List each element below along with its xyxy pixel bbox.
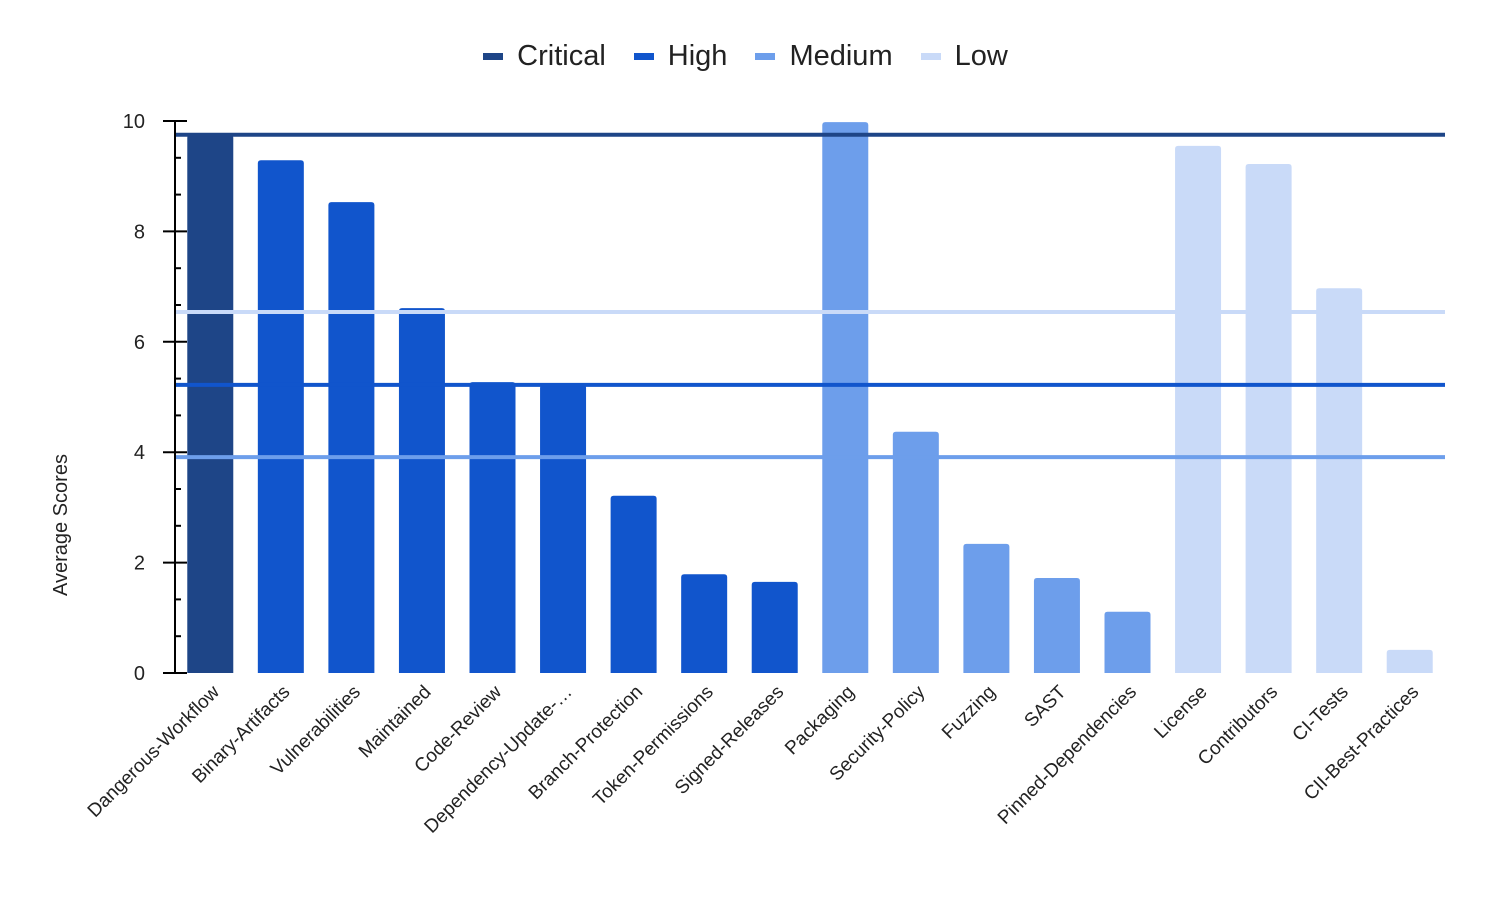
x-tick-label: CI-Tests bbox=[1289, 682, 1353, 746]
bar-dependency-update[interactable] bbox=[540, 384, 587, 673]
bar-ci-tests[interactable] bbox=[1316, 288, 1363, 673]
bar-branch-protection[interactable] bbox=[610, 495, 657, 673]
bar-dangerous-workflow[interactable] bbox=[187, 134, 234, 674]
bar-code-review[interactable] bbox=[469, 382, 516, 673]
y-tick-label: 8 bbox=[134, 221, 145, 243]
y-axis: 0 2 4 6 8 10 bbox=[123, 111, 187, 685]
y-axis-title: Average Scores bbox=[50, 454, 72, 596]
bar-cii-best-practices[interactable] bbox=[1386, 649, 1433, 673]
y-tick-label: 10 bbox=[123, 111, 145, 133]
x-tick-label: Dangerous-Workflow bbox=[84, 681, 224, 821]
bar-token-permissions[interactable] bbox=[681, 574, 728, 673]
y-tick-label: 6 bbox=[134, 332, 145, 354]
x-tick-label: Pinned-Dependencies bbox=[994, 682, 1141, 829]
bars-group bbox=[187, 122, 1433, 674]
bar-signed-releases[interactable] bbox=[751, 581, 798, 673]
x-axis-labels: Dangerous-WorkflowBinary-ArtifactsVulner… bbox=[84, 681, 1423, 837]
bar-binary-artifacts[interactable] bbox=[257, 160, 304, 673]
x-tick-label: Fuzzing bbox=[938, 682, 1000, 744]
x-tick-label: SAST bbox=[1021, 681, 1071, 731]
bar-vulnerabilities[interactable] bbox=[328, 202, 375, 674]
y-tick-label: 2 bbox=[134, 553, 145, 575]
x-tick-label: License bbox=[1150, 682, 1211, 743]
bar-license[interactable] bbox=[1175, 145, 1222, 674]
bar-packaging[interactable] bbox=[822, 122, 869, 673]
y-tick-label: 0 bbox=[134, 663, 145, 685]
bar-chart: 0 2 4 6 8 10 Dangerous-WorkflowBinary-Artifac… bbox=[50, 111, 1445, 838]
x-tick-label: Token-Permissions bbox=[589, 682, 717, 810]
bar-security-policy[interactable] bbox=[892, 431, 939, 673]
bar-pinned-dependencies[interactable] bbox=[1104, 611, 1151, 673]
y-tick-label: 4 bbox=[134, 442, 145, 464]
bar-contributors[interactable] bbox=[1245, 164, 1292, 673]
bar-fuzzing[interactable] bbox=[963, 543, 1010, 673]
bar-maintained[interactable] bbox=[398, 308, 445, 673]
bar-sast[interactable] bbox=[1033, 578, 1080, 673]
